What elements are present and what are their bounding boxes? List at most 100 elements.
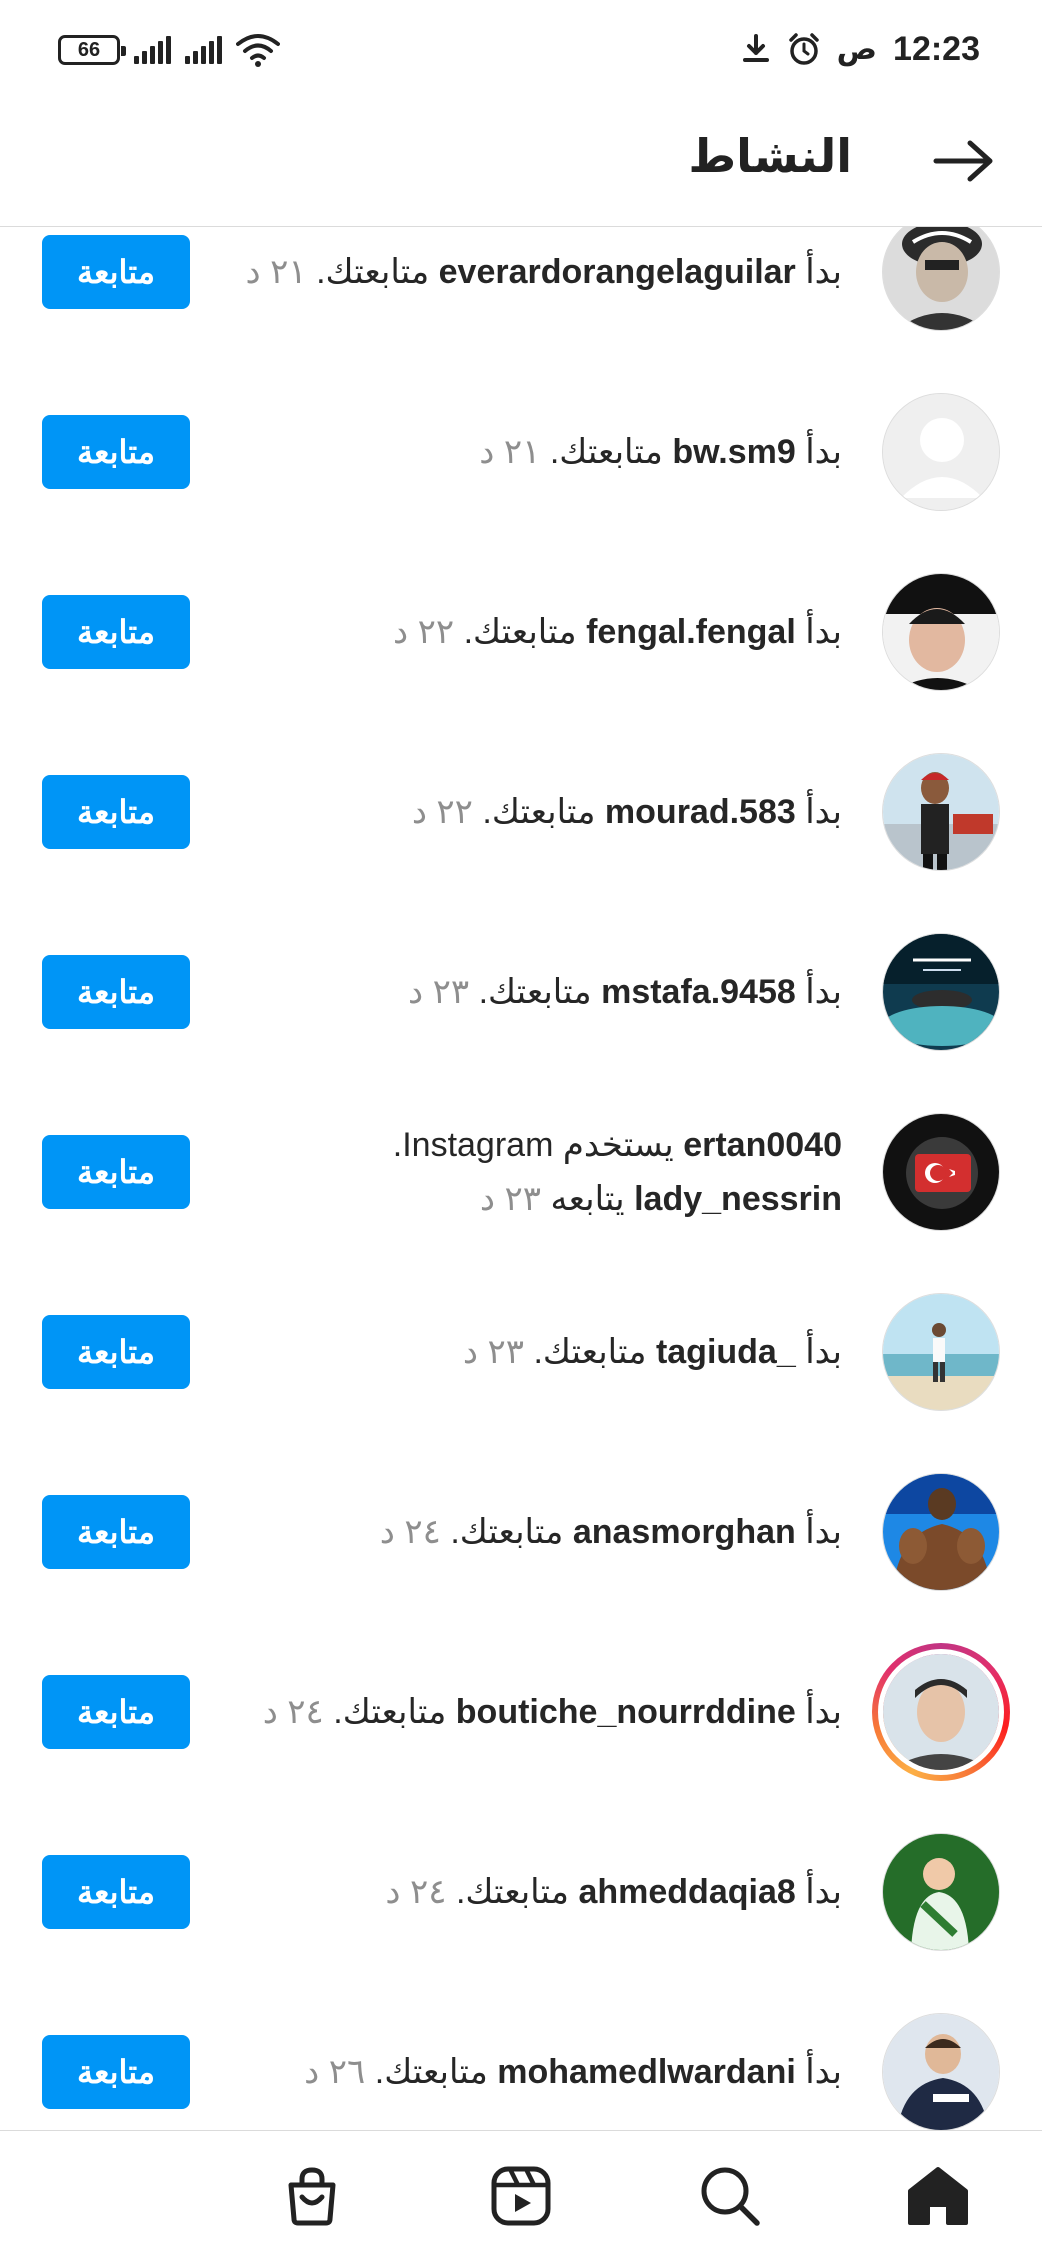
reels-icon — [491, 2166, 551, 2226]
username[interactable]: mstafa.9458 — [601, 973, 796, 1011]
avatar[interactable] — [882, 1833, 1000, 1951]
activity-action: متابعتك. — [463, 613, 577, 651]
list-item[interactable]: بدأ _tagiuda متابعتك. ٢٣ د متابعة — [0, 1262, 1042, 1442]
battery-level: 66 — [77, 38, 101, 61]
username[interactable]: anasmorghan — [573, 1513, 796, 1551]
nav-search[interactable] — [695, 2161, 765, 2231]
avatar[interactable] — [872, 1643, 1010, 1781]
activity-prefix: بدأ — [805, 613, 842, 651]
follow-button[interactable]: متابعة — [42, 1855, 190, 1929]
activity-text: بدأ _tagiuda متابعتك. ٢٣ د — [230, 1325, 842, 1379]
follow-button[interactable]: متابعة — [42, 955, 190, 1029]
search-icon — [701, 2167, 760, 2226]
activity-time: ٢٦ د — [304, 2053, 366, 2091]
activity-text: lady_nessrin يتابعه ٢٣ د — [230, 1172, 842, 1226]
activity-time: ٢٣ د — [462, 1333, 524, 1371]
arrow-right-icon — [933, 140, 993, 182]
activity-prefix: بدأ — [805, 253, 842, 291]
username[interactable]: _tagiuda — [656, 1333, 796, 1371]
clock: 12:23 — [893, 29, 980, 68]
list-item[interactable]: بدأ mourad.583 متابعتك. ٢٢ د متابعة — [0, 722, 1042, 902]
activity-time: ٢١ د — [245, 253, 307, 291]
bottom-nav — [0, 2130, 1042, 2260]
activity-action: متابعتك. — [450, 1513, 564, 1551]
activity-text: بدأ everardorangelaguilar متابعتك. ٢١ د — [230, 245, 842, 299]
username[interactable]: ahmeddaqia8 — [578, 1873, 795, 1911]
username[interactable]: lady_nessrin — [634, 1180, 842, 1218]
activity-prefix: بدأ — [805, 1693, 842, 1731]
avatar[interactable] — [882, 933, 1000, 1051]
list-item[interactable]: بدأ ahmeddaqia8 متابعتك. ٢٤ د متابعة — [0, 1802, 1042, 1982]
activity-text: بدأ fengal.fengal متابعتك. ٢٢ د — [230, 605, 842, 659]
username[interactable]: fengal.fengal — [586, 613, 796, 651]
list-item[interactable]: بدأ everardorangelaguilar متابعتك. ٢١ د … — [0, 227, 1042, 362]
follow-button[interactable]: متابعة — [42, 775, 190, 849]
activity-action: متابعتك. — [482, 793, 596, 831]
follow-button[interactable]: متابعة — [42, 1495, 190, 1569]
activity-text: بدأ mohamedlwardani متابعتك. ٢٦ د — [230, 2045, 842, 2099]
activity-text: بدأ bw.sm9 متابعتك. ٢١ د — [230, 425, 842, 479]
activity-action: متابعتك. — [533, 1333, 647, 1371]
default-avatar-icon — [883, 394, 999, 510]
nav-reels[interactable] — [486, 2161, 556, 2231]
page-title: النشاط — [688, 130, 852, 182]
list-item[interactable]: بدأ bw.sm9 متابعتك. ٢١ د متابعة — [0, 362, 1042, 542]
activity-prefix: بدأ — [805, 1513, 842, 1551]
activity-prefix: بدأ — [805, 1873, 842, 1911]
nav-shop[interactable] — [277, 2161, 347, 2231]
signal-icon — [185, 36, 222, 64]
home-icon — [908, 2167, 968, 2225]
download-icon — [742, 34, 769, 62]
username[interactable]: bw.sm9 — [672, 433, 795, 471]
follow-button[interactable]: متابعة — [42, 415, 190, 489]
activity-action: متابعتك. — [333, 1693, 447, 1731]
activity-text: بدأ mourad.583 متابعتك. ٢٢ د — [230, 785, 842, 839]
follow-button[interactable]: متابعة — [42, 1135, 190, 1209]
activity-time: ٢٤ د — [385, 1873, 447, 1911]
activity-prefix: بدأ — [805, 2053, 842, 2091]
activity-time: ٢٤ د — [379, 1513, 441, 1551]
avatar[interactable] — [882, 573, 1000, 691]
activity-action: متابعتك. — [374, 2053, 488, 2091]
list-item[interactable]: ertan0040 يستخدم Instagram. lady_nessrin… — [0, 1082, 1042, 1262]
avatar[interactable] — [882, 2013, 1000, 2130]
alarm-icon — [788, 33, 819, 65]
avatar[interactable] — [882, 753, 1000, 871]
activity-time: ٢٢ د — [411, 793, 473, 831]
list-item[interactable]: بدأ anasmorghan متابعتك. ٢٤ د متابعة — [0, 1442, 1042, 1622]
activity-text: بدأ boutiche_nourrddine متابعتك. ٢٤ د — [230, 1685, 842, 1739]
username[interactable]: ertan0040 — [683, 1126, 842, 1164]
avatar[interactable] — [882, 1113, 1000, 1231]
header: النشاط — [0, 95, 1042, 227]
avatar-image — [878, 1649, 1004, 1775]
status-icons-left: 66 — [58, 28, 280, 72]
activity-time: ٢٣ د — [479, 1180, 542, 1218]
shop-icon — [288, 2167, 336, 2226]
username[interactable]: mourad.583 — [605, 793, 796, 831]
activity-action: يستخدم Instagram. — [392, 1126, 674, 1164]
list-item[interactable]: بدأ mstafa.9458 متابعتك. ٢٣ د متابعة — [0, 902, 1042, 1082]
activity-action: متابعتك. — [549, 433, 663, 471]
username[interactable]: everardorangelaguilar — [439, 253, 796, 291]
activity-list: بدأ everardorangelaguilar متابعتك. ٢١ د … — [0, 227, 1042, 2130]
follow-button[interactable]: متابعة — [42, 235, 190, 309]
avatar[interactable] — [882, 393, 1000, 511]
avatar[interactable] — [882, 1293, 1000, 1411]
avatar[interactable] — [882, 227, 1000, 331]
follow-button[interactable]: متابعة — [42, 1315, 190, 1389]
wifi-icon — [236, 34, 280, 67]
list-item[interactable]: بدأ mohamedlwardani متابعتك. ٢٦ د متابعة — [0, 1982, 1042, 2130]
follow-button[interactable]: متابعة — [42, 595, 190, 669]
list-item[interactable]: بدأ boutiche_nourrddine متابعتك. ٢٤ د مت… — [0, 1622, 1042, 1802]
activity-prefix: بدأ — [805, 973, 842, 1011]
username[interactable]: boutiche_nourrddine — [456, 1693, 796, 1731]
follow-button[interactable]: متابعة — [42, 1675, 190, 1749]
list-item[interactable]: بدأ fengal.fengal متابعتك. ٢٢ د متابعة — [0, 542, 1042, 722]
activity-action: يتابعه — [550, 1180, 625, 1218]
activity-time: ٢٢ د — [392, 613, 455, 651]
follow-button[interactable]: متابعة — [42, 2035, 190, 2109]
username[interactable]: mohamedlwardani — [497, 2053, 796, 2091]
avatar[interactable] — [882, 1473, 1000, 1591]
nav-home[interactable] — [903, 2161, 973, 2231]
back-button[interactable] — [926, 123, 1002, 199]
